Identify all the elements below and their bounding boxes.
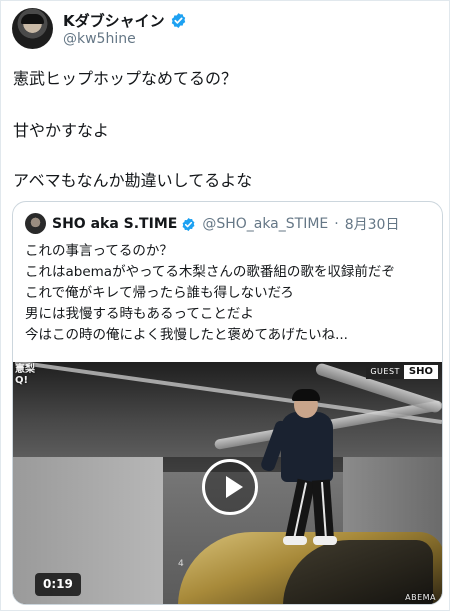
guest-name: SHO bbox=[403, 365, 438, 379]
author-name-row[interactable]: Kダブシャイン bbox=[63, 10, 187, 31]
verified-badge-icon bbox=[182, 217, 195, 231]
author-avatar[interactable] bbox=[12, 8, 53, 49]
quoted-author-handle[interactable]: @SHO_aka_STIME bbox=[202, 216, 328, 232]
show-logo: 憲梨 Q! bbox=[15, 364, 35, 386]
quoted-text-line: これはabemaがやってる木梨さんの歌番組の歌を収録前だぞ bbox=[25, 264, 395, 280]
meta-separator: · bbox=[334, 216, 339, 232]
quoted-author-display-name[interactable]: SHO aka S.TIME bbox=[52, 216, 177, 232]
guest-badge: GUEST SHO bbox=[366, 365, 438, 379]
tweet-text-line: 憲武ヒップホップなめてるの？ bbox=[13, 69, 238, 88]
tweet-card: Kダブシャイン @kw5hine 憲武ヒップホップなめてるの？ 甘やかすなよ ア… bbox=[0, 0, 450, 611]
tweet-text-line: アベマもなんか勘違いしてるよな bbox=[13, 171, 253, 190]
quoted-text-line: 今はこの時の俺によく我慢したと褒めてあげたいね... bbox=[25, 327, 348, 343]
video-frame-shoe bbox=[313, 536, 337, 545]
quoted-author-row[interactable]: SHO aka S.TIME @SHO_aka_STIME · 8月30日 bbox=[52, 214, 399, 234]
tweet-text-line: 甘やかすなよ bbox=[13, 121, 110, 140]
quoted-text-line: 男には我慢する時もあるってことだよ bbox=[25, 306, 254, 322]
abema-watermark: ABEMA bbox=[405, 593, 436, 602]
quoted-tweet-date[interactable]: 8月30日 bbox=[345, 214, 400, 234]
quoted-author-avatar[interactable] bbox=[25, 213, 46, 234]
quoted-tweet[interactable]: SHO aka S.TIME @SHO_aka_STIME · 8月30日 これ… bbox=[12, 201, 443, 605]
video-duration: 0:19 bbox=[35, 573, 81, 596]
video-frame-person bbox=[281, 412, 333, 482]
quoted-text-line: これの事言ってるのか？ bbox=[25, 243, 173, 259]
video-frame-shoe bbox=[283, 536, 307, 545]
author-handle[interactable]: @kw5hine bbox=[63, 31, 136, 47]
verified-badge-icon bbox=[171, 13, 185, 28]
video-frame-person-cap bbox=[292, 389, 320, 401]
pillar-number: 4 bbox=[178, 559, 184, 569]
author-display-name[interactable]: Kダブシャイン bbox=[63, 10, 165, 31]
guest-label: GUEST bbox=[366, 365, 404, 379]
video-player[interactable]: 4 憲梨 Q! GUEST SHO 0:19 ABEMA bbox=[13, 362, 442, 604]
play-icon[interactable] bbox=[202, 459, 258, 515]
quoted-text-line: これで俺がキレて帰ったら誰も得しないだろ bbox=[25, 285, 294, 301]
